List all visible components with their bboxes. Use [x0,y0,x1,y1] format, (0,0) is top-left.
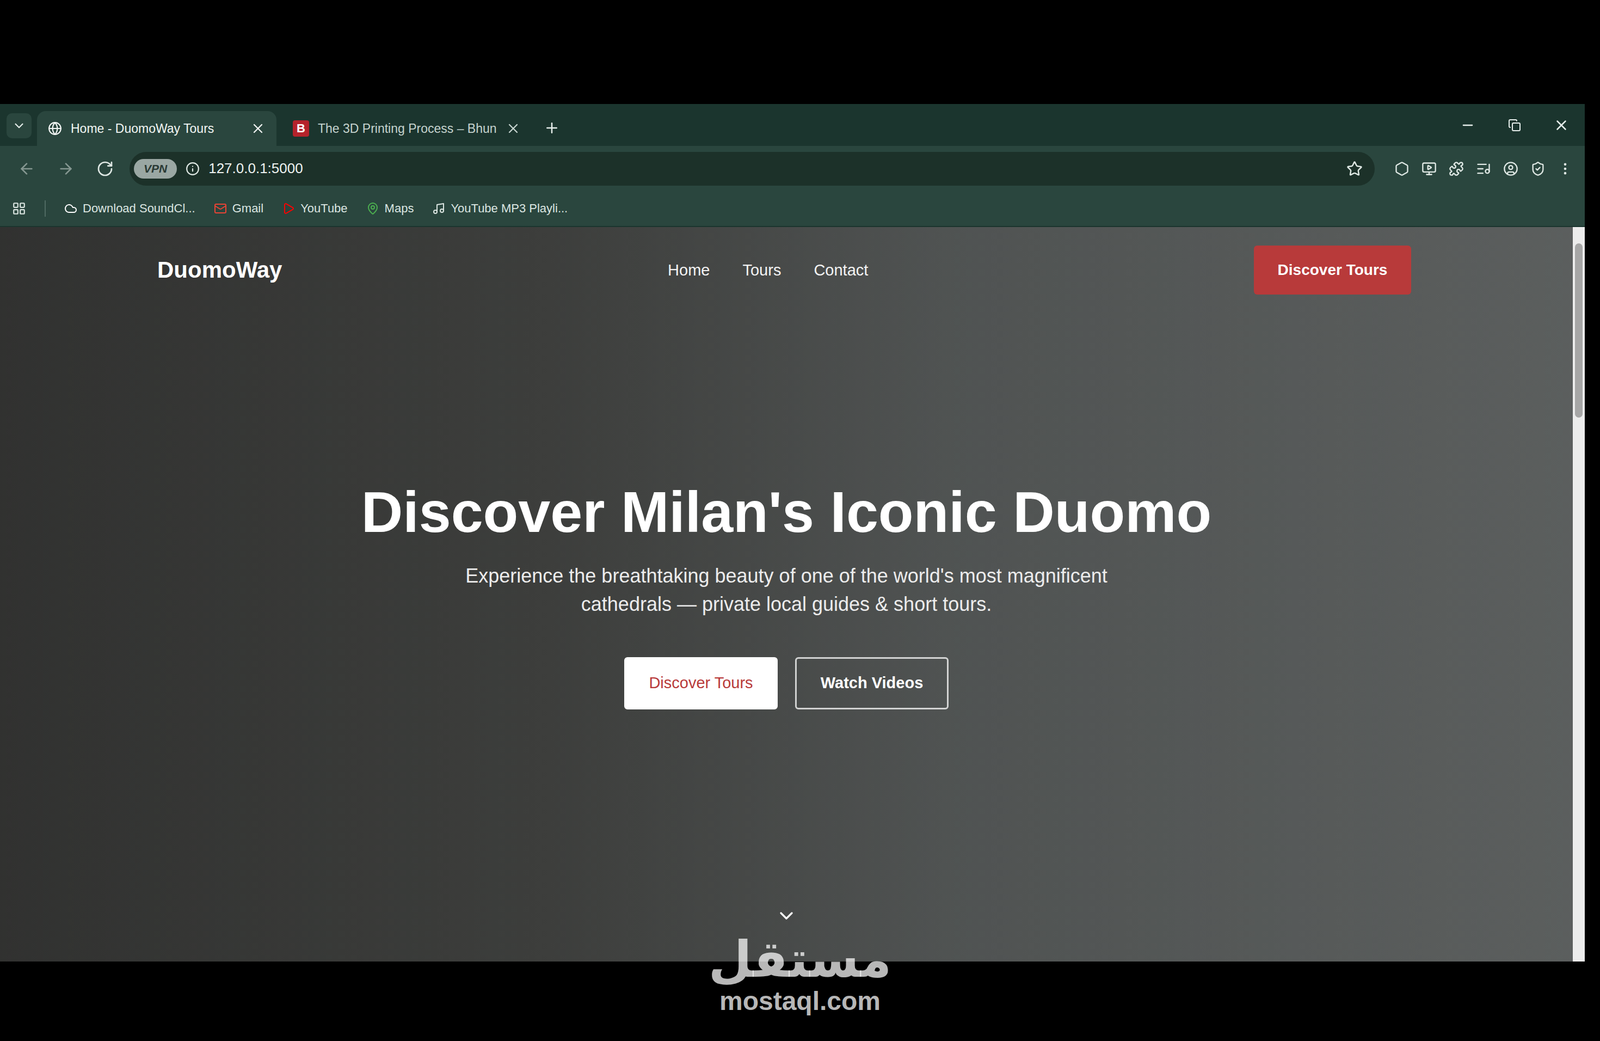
scroll-down-icon[interactable] [775,904,798,927]
nav-link[interactable]: Tours [742,261,781,280]
scroll-thumb[interactable] [1574,243,1583,418]
browser-window: Home - DuomoWay Tours B The 3D Printing Pr… [0,103,1585,962]
reload-button[interactable] [90,154,120,184]
shield-icon[interactable] [1530,161,1546,177]
restore-icon [1508,118,1522,132]
watermark-script: مستقل [708,931,892,987]
hero-foot [0,875,1573,962]
bookmarks-bar: Download SoundCl... Gmail YouTube Maps YouTu… [0,191,1585,227]
bookmark[interactable]: Download SoundCl... [64,201,196,216]
hero-buttons: Discover Tours Watch Videos [624,656,949,710]
hero-button[interactable]: Watch Videos [795,656,949,710]
new-tab-button[interactable] [537,113,567,143]
tab-list-button[interactable] [6,113,32,139]
hero-button[interactable]: Discover Tours [624,656,778,710]
page: DuomoWayHomeToursContactDiscover ToursDi… [0,226,1585,962]
video-icon[interactable] [1421,161,1437,177]
bookmark[interactable]: Maps [366,201,415,216]
site-nav: DuomoWay Home Tours Contact Discover Tours [0,226,1573,313]
minus-icon [1460,117,1476,133]
arrow-left-icon [17,160,36,178]
tab-label: Home - DuomoWay Tours [70,121,242,137]
hero-subtitle: Experience the breathtaking beauty of on… [432,561,1141,619]
menu-icon[interactable] [1557,161,1573,177]
watermark-domain: mostaql.com [719,986,881,1016]
window-controls [1444,103,1585,146]
browser-tab[interactable]: B The 3D Printing Process – Bhun [281,111,532,146]
mail-icon [213,201,227,215]
minimize-button[interactable] [1444,103,1492,146]
extension-icon[interactable] [1394,161,1410,177]
nav-links: Home Tours Contact [667,261,869,280]
chevron-down-icon [11,118,27,133]
divider [44,200,46,217]
close-icon[interactable] [505,120,521,137]
browser-tab[interactable]: Home - DuomoWay Tours [37,111,277,146]
plus-icon [543,119,560,137]
tab-label: The 3D Printing Process – Bhun [317,121,497,137]
apps-icon[interactable] [11,201,27,216]
map-pin-icon [366,201,380,215]
play-icon [281,201,295,215]
scrollbar[interactable] [1572,226,1585,962]
address-bar[interactable]: VPN 127.0.0.1:5000 [129,151,1375,186]
watermark: مستقلmostaql.com [0,931,1600,1016]
forward-button[interactable] [51,154,81,184]
reload-icon [96,160,114,178]
screen: Home - DuomoWay Tours B The 3D Printing Pr… [0,0,1600,1041]
nav-link[interactable]: Home [667,261,710,280]
bottom-band [0,961,1600,1041]
hero-title: Discover Milan's Iconic Duomo [361,478,1212,546]
hero-body: Discover Milan's Iconic Duomo Experience … [0,312,1573,876]
favicon: B [292,120,310,137]
cloud-icon [64,201,78,215]
hero: DuomoWayHomeToursContactDiscover ToursDi… [0,226,1573,962]
extensions [1384,161,1573,177]
vpn-badge[interactable]: VPN [133,158,177,179]
cta-button[interactable]: Discover Tours [1253,245,1412,295]
restore-button[interactable] [1491,103,1538,146]
nav-link[interactable]: Contact [813,261,869,280]
back-button[interactable] [11,154,42,184]
bookmark[interactable]: YouTube [281,201,348,216]
star-icon[interactable] [1346,160,1363,177]
globe-icon [47,121,63,136]
toolbar: VPN 127.0.0.1:5000 [0,145,1585,192]
close-icon [1553,117,1570,134]
bookmark[interactable]: YouTube MP3 Playli... [432,201,568,216]
logo[interactable]: DuomoWay [157,256,282,283]
url-text: 127.0.0.1:5000 [208,160,1338,177]
profile-icon[interactable] [1503,161,1519,177]
playlist-icon[interactable] [1475,161,1492,177]
close-icon[interactable] [250,120,266,137]
music-icon [432,201,446,215]
info-icon[interactable] [185,161,200,176]
tab-strip: Home - DuomoWay Tours B The 3D Printing Pr… [0,103,1585,146]
bookmark[interactable]: Gmail [213,201,264,216]
puzzle-icon[interactable] [1448,161,1464,177]
top-band [0,0,1600,104]
close-window-button[interactable] [1537,103,1585,146]
arrow-right-icon [57,160,75,178]
